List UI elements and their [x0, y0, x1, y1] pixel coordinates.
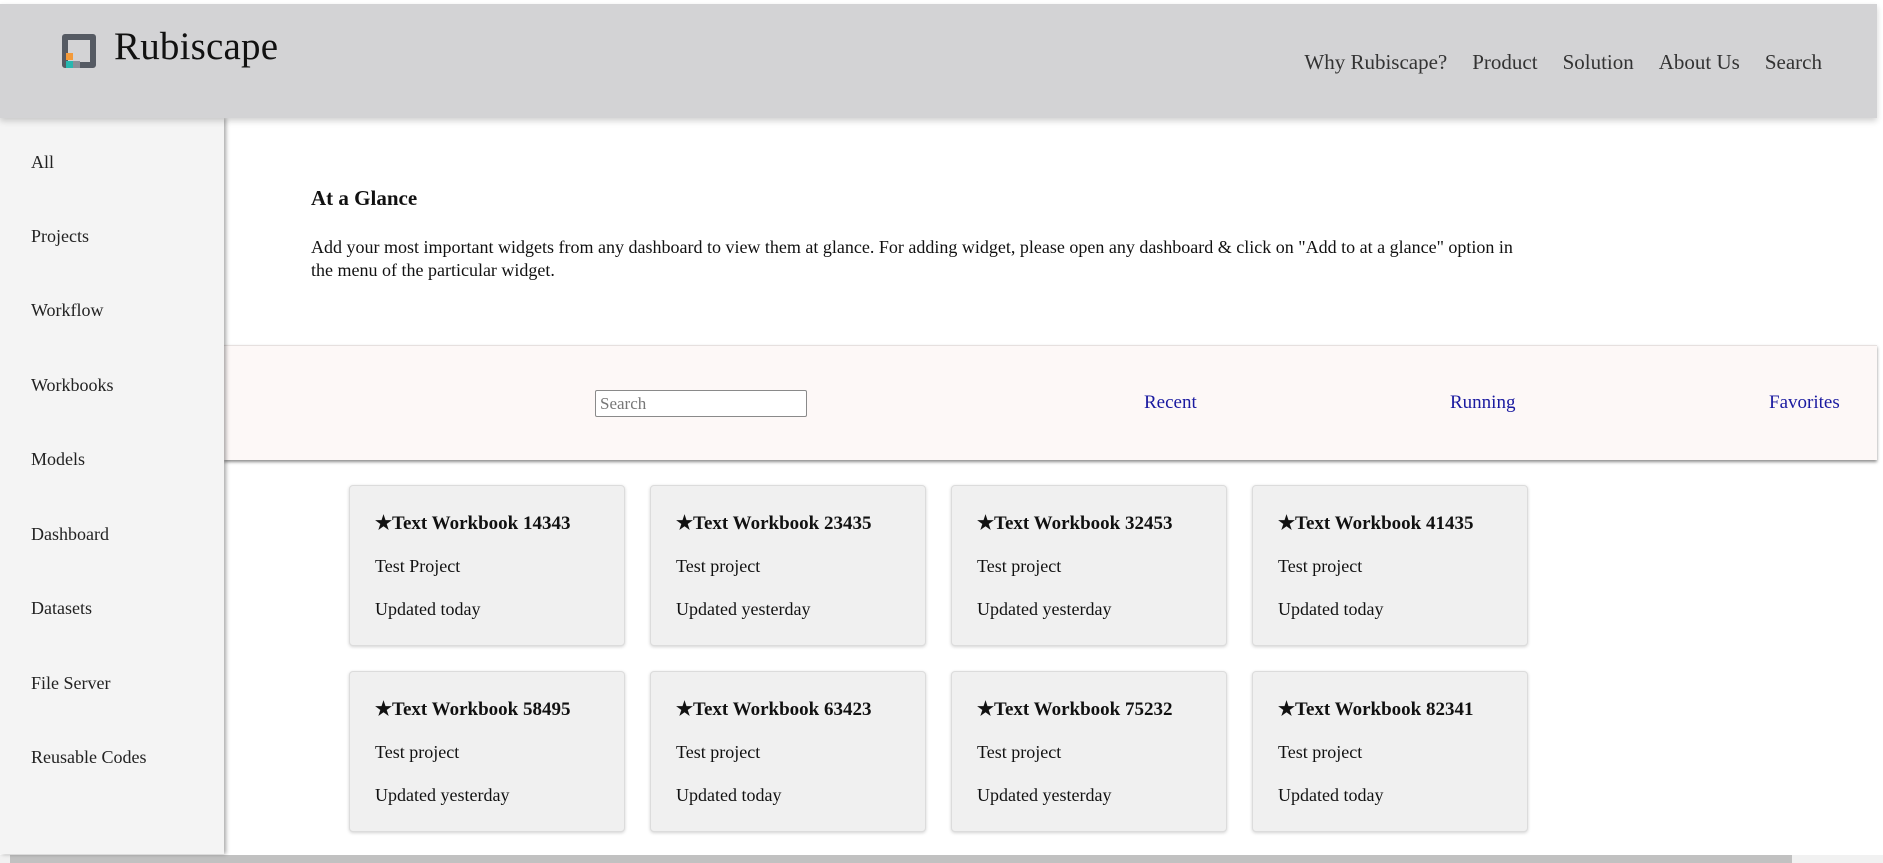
workbook-card[interactable]: ★Text Workbook 14343 Test Project Update…: [349, 485, 625, 646]
workbook-updated: Updated yesterday: [977, 599, 1112, 619]
workbook-project: Test project: [977, 556, 1062, 576]
workbook-updated: Updated yesterday: [375, 785, 510, 805]
workbook-updated: Updated today: [1278, 785, 1384, 805]
workbook-title: ★Text Workbook 14343: [375, 513, 571, 534]
workbook-title: ★Text Workbook 23435: [676, 513, 872, 534]
workbook-updated: Updated today: [1278, 599, 1384, 619]
workbook-title: ★Text Workbook 75232: [977, 699, 1173, 720]
sidebar-item-datasets[interactable]: Datasets: [31, 598, 92, 619]
nav-product[interactable]: Product: [1472, 50, 1537, 75]
brand[interactable]: Rubiscape: [60, 22, 278, 70]
workbook-title: ★Text Workbook 63423: [676, 699, 872, 720]
at-a-glance-section: At a Glance Add your most important widg…: [224, 118, 1877, 346]
top-header: Rubiscape Why Rubiscape? Product Solutio…: [0, 4, 1877, 118]
workbook-card[interactable]: ★Text Workbook 41435 Test project Update…: [1252, 485, 1528, 646]
sidebar: All Projects Workflow Workbooks Models D…: [0, 118, 224, 854]
workbook-title: ★Text Workbook 32453: [977, 513, 1173, 534]
brand-name: Rubiscape: [114, 24, 279, 68]
workbook-updated: Updated today: [676, 785, 782, 805]
glance-description: Add your most important widgets from any…: [311, 237, 1513, 280]
sidebar-item-dashboard[interactable]: Dashboard: [31, 524, 109, 545]
sidebar-item-reusable-codes[interactable]: Reusable Codes: [31, 747, 146, 768]
workbook-project: Test project: [1278, 556, 1363, 576]
workbook-project: Test Project: [375, 556, 461, 576]
workbook-card[interactable]: ★Text Workbook 23435 Test project Update…: [650, 485, 926, 646]
tab-favorites[interactable]: Favorites: [1769, 392, 1840, 414]
workbook-card[interactable]: ★Text Workbook 82341 Test project Update…: [1252, 671, 1528, 832]
workbook-project: Test project: [676, 556, 761, 576]
workbook-title: ★Text Workbook 82341: [1278, 699, 1474, 720]
workbook-title: ★Text Workbook 41435: [1278, 513, 1474, 534]
workbook-updated: Updated yesterday: [676, 599, 811, 619]
workbook-card[interactable]: ★Text Workbook 32453 Test project Update…: [951, 485, 1227, 646]
sidebar-item-workbooks[interactable]: Workbooks: [31, 375, 114, 396]
rubiscape-logo-icon: [60, 32, 98, 70]
nav-search[interactable]: Search: [1765, 50, 1822, 75]
sidebar-item-file-server[interactable]: File Server: [31, 673, 110, 694]
workbook-project: Test project: [676, 742, 761, 762]
search-input[interactable]: [595, 390, 807, 417]
tab-running[interactable]: Running: [1450, 392, 1515, 414]
sidebar-item-projects[interactable]: Projects: [31, 226, 89, 247]
workbook-updated: Updated yesterday: [977, 785, 1112, 805]
workbook-title: ★Text Workbook 58495: [375, 699, 571, 720]
nav-why-rubiscape[interactable]: Why Rubiscape?: [1304, 50, 1447, 75]
workbook-card[interactable]: ★Text Workbook 75232 Test project Update…: [951, 671, 1227, 832]
tab-recent[interactable]: Recent: [1144, 392, 1197, 414]
workbook-card[interactable]: ★Text Workbook 63423 Test project Update…: [650, 671, 926, 832]
horizontal-scrollbar[interactable]: [0, 855, 1883, 863]
scrollbar-thumb[interactable]: [10, 855, 1792, 863]
workbook-project: Test project: [375, 742, 460, 762]
workbook-project: Test project: [1278, 742, 1363, 762]
workbook-card[interactable]: ★Text Workbook 58495 Test project Update…: [349, 671, 625, 832]
top-nav: Why Rubiscape? Product Solution About Us…: [1304, 50, 1822, 75]
filter-bar: Recent Running Favorites: [224, 345, 1877, 460]
sidebar-item-models[interactable]: Models: [31, 449, 85, 470]
workbook-updated: Updated today: [375, 599, 481, 619]
glance-title: At a Glance: [311, 186, 418, 210]
sidebar-item-all[interactable]: All: [31, 152, 54, 173]
sidebar-item-workflow[interactable]: Workflow: [31, 300, 104, 321]
nav-solution[interactable]: Solution: [1563, 50, 1634, 75]
nav-about-us[interactable]: About Us: [1659, 50, 1740, 75]
workbook-project: Test project: [977, 742, 1062, 762]
